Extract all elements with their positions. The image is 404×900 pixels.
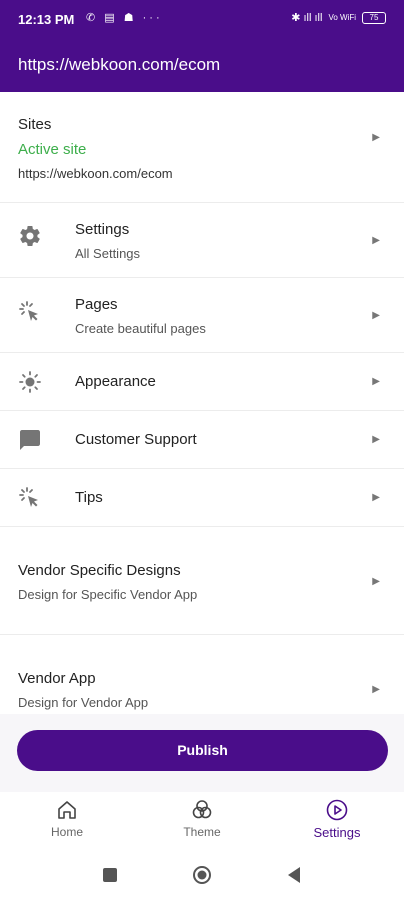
chevron-right-icon: ▶ xyxy=(372,492,380,503)
chevron-right-icon: ▶ xyxy=(372,132,380,143)
site-url-title: https://webkoon.com/ecom xyxy=(18,55,221,74)
appearance-title: Appearance xyxy=(75,373,156,390)
menu-item-pages[interactable]: Pages Create beautiful pages ▶ xyxy=(0,278,404,353)
nav-home-label: Home xyxy=(50,825,83,839)
menu-item-vendor-app[interactable]: Vendor App Design for Vendor App ▶ xyxy=(0,635,404,714)
customer-support-title: Customer Support xyxy=(75,431,197,448)
system-navigation-bar xyxy=(0,852,404,900)
menu-item-vendor-specific-designs[interactable]: Vendor Specific Designs Design for Speci… xyxy=(0,527,404,635)
chevron-right-icon: ▶ xyxy=(372,235,380,246)
theme-icon xyxy=(192,800,212,819)
brightness-icon xyxy=(19,371,41,393)
vendor-app-subtitle: Design for Vendor App xyxy=(18,695,149,710)
bottom-navigation: Home Theme Settings xyxy=(0,792,404,852)
sites-row[interactable]: Sites Active site https://webkoon.com/ec… xyxy=(0,92,404,203)
status-bar: 12:13 PM ✆ ▤ ☗ ··· ✱ ıll ıll Vo WiFi 75 xyxy=(0,0,404,40)
active-site-url: https://webkoon.com/ecom xyxy=(18,166,173,181)
nav-settings[interactable]: Settings xyxy=(282,798,392,840)
chevron-right-icon: ▶ xyxy=(372,434,380,445)
chevron-right-icon: ▶ xyxy=(372,684,380,695)
status-time: 12:13 PM xyxy=(18,12,75,27)
nav-settings-label: Settings xyxy=(313,825,361,840)
nav-theme-label: Theme xyxy=(183,825,221,839)
active-site-label: Active site xyxy=(18,141,87,158)
chevron-right-icon: ▶ xyxy=(372,310,380,321)
chevron-right-icon: ▶ xyxy=(372,376,380,387)
nav-home[interactable]: Home xyxy=(12,798,122,839)
publish-button[interactable]: Publish xyxy=(17,730,388,771)
pages-title: Pages xyxy=(75,296,118,313)
settings-subtitle: All Settings xyxy=(75,246,141,261)
chevron-right-icon: ▶ xyxy=(372,576,380,587)
vendor-specific-subtitle: Design for Specific Vendor App xyxy=(18,587,198,602)
nav-theme[interactable]: Theme xyxy=(147,798,257,839)
notification-icons: ✆ ▤ ☗ ··· xyxy=(86,12,163,24)
publish-bar: Publish xyxy=(0,714,404,792)
home-icon xyxy=(58,801,76,819)
system-icons: ✱ ıll ıll Vo WiFi 75 xyxy=(291,11,386,24)
cursor-click-icon xyxy=(19,487,38,507)
settings-play-icon xyxy=(326,799,348,821)
vendor-app-title: Vendor App xyxy=(18,670,96,687)
pages-subtitle: Create beautiful pages xyxy=(75,321,206,336)
cursor-click-icon xyxy=(19,301,38,321)
chat-icon xyxy=(20,430,40,450)
battery-icon: 75 xyxy=(362,11,386,24)
menu-item-tips[interactable]: Tips ▶ xyxy=(0,469,404,527)
menu-item-customer-support[interactable]: Customer Support ▶ xyxy=(0,411,404,469)
settings-list: Sites Active site https://webkoon.com/ec… xyxy=(0,92,404,714)
vendor-specific-title: Vendor Specific Designs xyxy=(18,562,181,579)
tips-title: Tips xyxy=(75,489,103,506)
sites-title: Sites xyxy=(18,116,52,133)
menu-item-appearance[interactable]: Appearance ▶ xyxy=(0,353,404,411)
settings-title: Settings xyxy=(75,221,130,238)
home-button-icon[interactable] xyxy=(192,865,212,885)
app-bar: https://webkoon.com/ecom xyxy=(0,40,404,92)
gear-icon xyxy=(20,226,40,247)
menu-item-settings[interactable]: Settings All Settings ▶ xyxy=(0,203,404,278)
vowifi-icon: Vo WiFi xyxy=(328,13,356,22)
signal-icon: ✱ ıll ıll xyxy=(291,12,323,24)
back-icon[interactable] xyxy=(286,866,302,884)
recent-apps-icon[interactable] xyxy=(101,866,119,884)
